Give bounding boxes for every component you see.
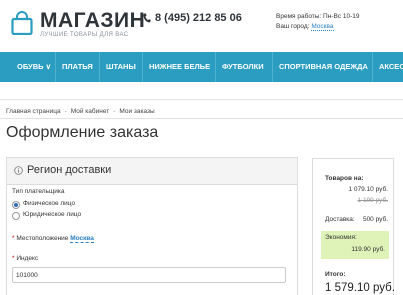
location-row: * Местоположение Москва [12,235,94,243]
nav-divider [142,52,143,82]
goods-price: 1 079.10 руб. [348,186,388,193]
site-header: МАГАЗИН ЛУЧШИЕ ТОВАРЫ ДЛЯ ВАС 8 (495) 21… [0,0,403,52]
nav-item-platya[interactable]: ПЛАТЬЯ [62,52,93,82]
total-label: Итого: [325,271,346,278]
radio-individual-label[interactable]: Физическое лицо [23,200,75,207]
info-icon [14,166,23,175]
nav-item-shtany[interactable]: ШТАНЫ [106,52,136,82]
divider [0,118,403,119]
breadcrumb-separator: - [64,108,67,115]
panel-header[interactable]: Регион доставки [7,158,297,185]
nav-divider [215,52,216,82]
panel-title: Регион доставки [27,164,112,176]
order-summary: Товаров на: 1 079.10 руб. 1 199 руб. Дос… [312,158,395,295]
radio-legal-entity-label[interactable]: Юридическое лицо [23,211,81,218]
nav-divider [55,52,56,82]
index-label: Индекс [16,255,39,262]
economy-box: Экономия: 119.90 руб. [321,231,389,259]
payer-type-label: Тип плательщика [12,188,65,195]
breadcrumb: Главная страница - Мой кабинет - Мои заказы [6,108,155,115]
breadcrumb-home[interactable]: Главная страница [6,108,61,115]
divider [0,99,403,100]
work-info: Время работы: Пн-Вс 10-19 Ваш город: Мос… [276,12,360,31]
goods-label: Товаров на: [325,175,364,182]
goods-old-price: 1 199 руб. [357,197,388,204]
radio-legal-entity[interactable] [12,212,20,220]
region-row: Ваш город: Москва [276,22,360,32]
main-nav: ОБУВЬ ∨ ПЛАТЬЯ ШТАНЫ НИЖНЕЕ БЕЛЬЕ ФУТБОЛ… [0,52,403,82]
index-label-row: * Индекс [12,255,38,262]
total-value: 1 579.10 руб. [325,282,395,294]
economy-value: 119.90 руб. [351,246,385,253]
region-link[interactable]: Москва [311,22,334,31]
economy-label: Экономия: [325,234,357,241]
logo-name[interactable]: МАГАЗИН [40,9,145,33]
breadcrumb-cabinet[interactable]: Мой кабинет [71,108,109,115]
work-hours: Время работы: Пн-Вс 10-19 [276,13,360,20]
region-label: Ваш город: [276,22,310,30]
nav-item-futbolki[interactable]: ФУТБОЛКИ [222,52,264,82]
nav-divider [372,52,373,82]
required-mark: * [12,235,15,242]
nav-item-aksessuary[interactable]: АКСЕС [379,52,403,82]
breadcrumb-separator: - [113,108,116,115]
nav-item-sportivnaya-odezhda[interactable]: СПОРТИВНАЯ ОДЕЖДА [279,52,368,82]
logo-tagline: ЛУЧШИЕ ТОВАРЫ ДЛЯ ВАС [40,32,129,38]
shopping-bag-icon[interactable] [11,11,33,35]
nav-divider [99,52,100,82]
radio-individual[interactable] [12,201,20,209]
index-input[interactable]: 101000 [12,267,286,283]
nav-divider [272,52,273,82]
phone-icon [143,13,151,23]
nav-item-obuv[interactable]: ОБУВЬ ∨ [17,52,51,82]
location-label: Местоположение [16,235,69,242]
required-mark: * [12,255,15,262]
page-title: Оформление заказа [6,124,159,141]
phone: 8 (495) 212 85 06 [143,12,242,24]
phone-number[interactable]: 8 (495) 212 85 06 [155,12,242,24]
nav-item-nizhnee-bele[interactable]: НИЖНЕЕ БЕЛЬЕ [149,52,210,82]
breadcrumb-orders[interactable]: Мои заказы [119,108,154,115]
delivery-label: Доставка: [325,216,355,223]
location-link[interactable]: Москва [70,235,94,243]
delivery-price: 500 руб. [362,216,388,223]
